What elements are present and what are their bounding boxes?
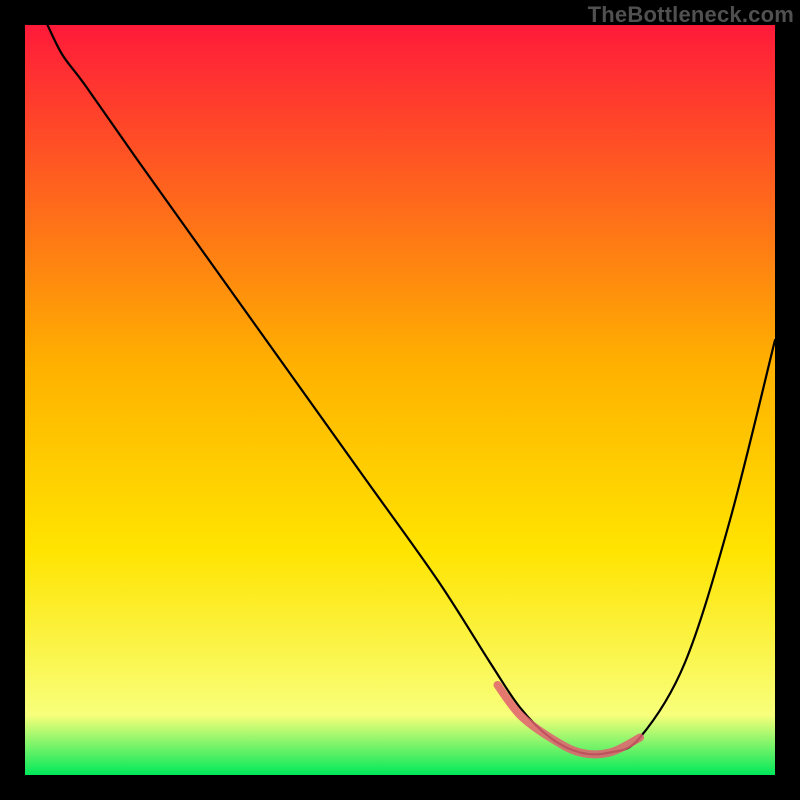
watermark-text: TheBottleneck.com <box>588 2 794 28</box>
gradient-background <box>25 25 775 775</box>
bottleneck-chart <box>0 0 800 800</box>
chart-frame: { "watermark": "TheBottleneck.com", "cha… <box>0 0 800 800</box>
